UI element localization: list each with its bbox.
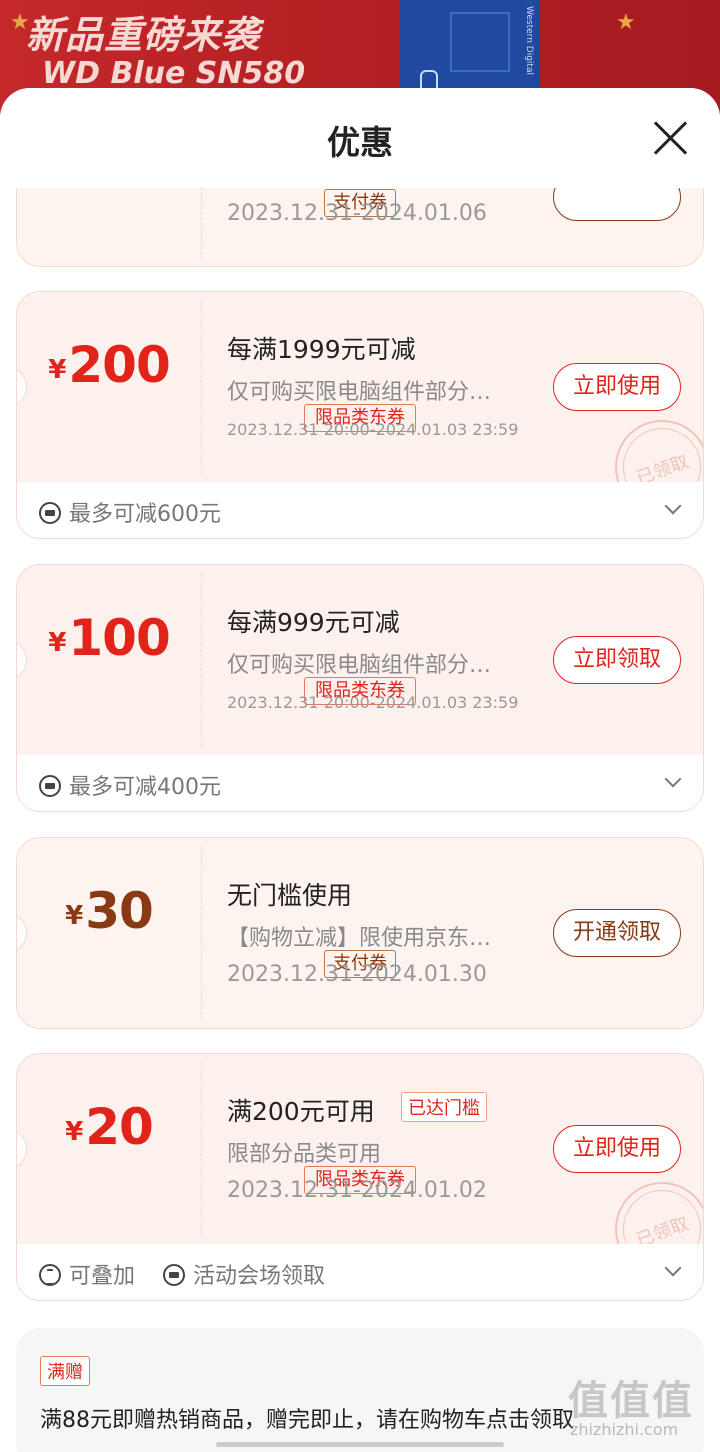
- coupon-card: ¥100 限品类东券 每满999元可减 仅可购买限电脑组件部分… 2023.12…: [16, 564, 704, 812]
- coupon-validity: 2023.12.31-2024.01.02: [227, 1178, 487, 1203]
- coupon-amount: ¥100: [48, 609, 170, 667]
- coupon-description: 【购物立减】限使用京东…: [227, 926, 492, 951]
- banner-headline: 新品重磅来袭: [26, 13, 261, 57]
- watermark-domain: zhizhizhi.com: [570, 1420, 679, 1439]
- coupon-title: 每满1999元可减: [227, 335, 416, 364]
- coupon-amount: ¥30: [65, 882, 154, 940]
- coupon-validity: 2023.12.31 20:00-2024.01.03 23:59: [227, 693, 519, 712]
- gift-tag: 满赠: [40, 1356, 90, 1386]
- close-button[interactable]: [652, 120, 688, 156]
- star-icon: ★: [10, 10, 30, 35]
- coupon-title: 每满999元可减: [227, 608, 400, 637]
- watermark: 值值值 zhizhizhi.com: [568, 1368, 708, 1448]
- ticket-icon: [163, 1264, 185, 1286]
- stackable-info: 可叠加: [39, 1258, 135, 1290]
- chevron-down-icon[interactable]: [664, 1259, 682, 1277]
- use-now-button[interactable]: 立即使用: [553, 363, 681, 411]
- chevron-down-icon[interactable]: [664, 497, 682, 515]
- star-icon: ★: [616, 10, 636, 35]
- coupon-card: ¥20 限品类东券 满200元可用 已达门槛 限部分品类可用 2023.12.3…: [16, 1053, 704, 1301]
- coupon-amount: ¥20: [65, 1098, 154, 1156]
- use-now-button[interactable]: 立即使用: [553, 1125, 681, 1173]
- coupon-amount: ¥200: [48, 336, 170, 394]
- sheet-title: 优惠: [327, 123, 393, 162]
- watermark-logo: 值值值: [568, 1378, 694, 1424]
- product-box-graphic: [450, 12, 510, 72]
- coupon-description: 仅可购买限电脑组件部分…: [227, 653, 492, 678]
- coupon-sheet: 优惠 支付券 2023.12.31-2024.01.06 ¥200 限品类东券 …: [0, 88, 720, 1452]
- stack-icon: [39, 1264, 61, 1286]
- activate-claim-button[interactable]: 开通领取: [553, 909, 681, 957]
- gift-description: 满88元即赠热销商品，赠完即止，请在购物车点击领取: [40, 1408, 574, 1433]
- coupon-description: 限部分品类可用: [227, 1142, 382, 1167]
- banner-product-name: WD Blue SN580: [42, 56, 306, 91]
- sheet-header: 优惠: [0, 88, 720, 188]
- ticket-icon: [39, 502, 61, 524]
- claim-now-button[interactable]: 立即领取: [553, 636, 681, 684]
- coupon-footer[interactable]: 最多可减600元: [17, 482, 703, 538]
- max-discount-info: 最多可减600元: [39, 496, 221, 528]
- max-discount-info: 最多可减400元: [39, 769, 221, 801]
- coupon-validity: 2023.12.31 20:00-2024.01.03 23:59: [227, 420, 519, 439]
- product-box-brand: Western Digital: [524, 6, 534, 75]
- coupon-footer[interactable]: 最多可减400元: [17, 755, 703, 811]
- coupon-validity: 2023.12.31-2024.01.30: [227, 962, 487, 987]
- coupon-card: ¥200 限品类东券 每满1999元可减 仅可购买限电脑组件部分… 2023.1…: [16, 291, 704, 539]
- home-indicator[interactable]: [216, 1442, 504, 1447]
- coupon-title: 无门槛使用: [227, 881, 353, 910]
- coupon-title: 满200元可用: [227, 1097, 375, 1126]
- coupon-card: ¥30 支付券 无门槛使用 【购物立减】限使用京东… 2023.12.31-20…: [16, 837, 704, 1029]
- product-image: Western Digital: [400, 0, 540, 100]
- threshold-reached-badge: 已达门槛: [401, 1092, 487, 1122]
- coupon-validity: 2023.12.31-2024.01.06: [227, 201, 487, 226]
- ticket-icon: [39, 775, 61, 797]
- coupon-footer[interactable]: 可叠加 活动会场领取: [17, 1244, 703, 1300]
- coupon-description: 仅可购买限电脑组件部分…: [227, 380, 492, 405]
- venue-claim-info: 活动会场领取: [163, 1258, 325, 1290]
- chevron-down-icon[interactable]: [664, 770, 682, 788]
